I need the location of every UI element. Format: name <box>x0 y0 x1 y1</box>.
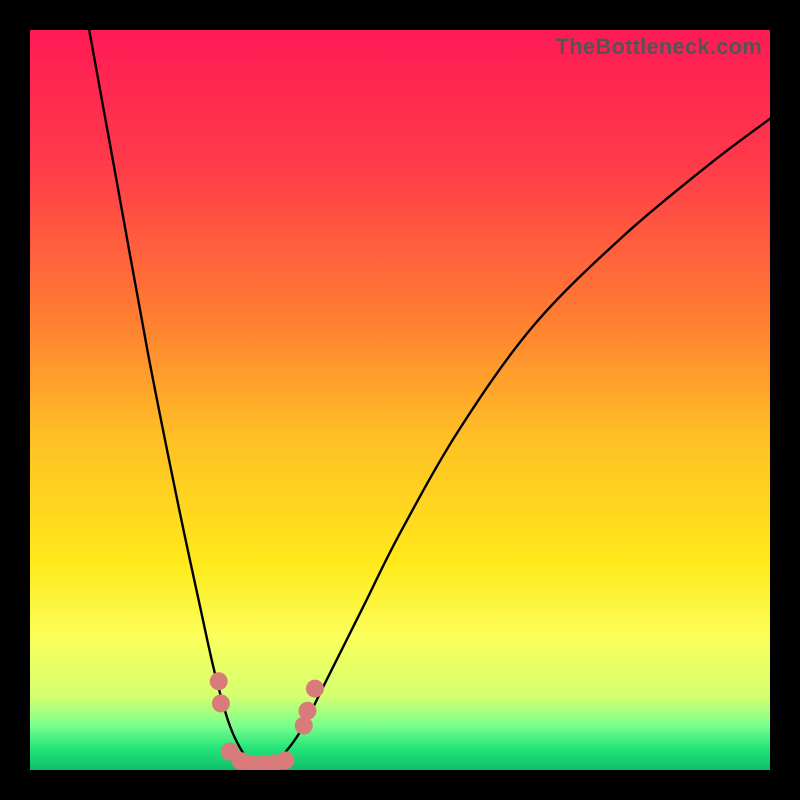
highlight-point <box>306 680 324 698</box>
highlight-point <box>210 672 228 690</box>
curve-layer <box>30 30 770 770</box>
highlight-point <box>299 702 317 720</box>
plot-area: TheBottleneck.com <box>30 30 770 770</box>
chart-frame: TheBottleneck.com <box>0 0 800 800</box>
highlight-point <box>276 751 294 769</box>
highlight-point <box>212 694 230 712</box>
highlight-markers <box>210 672 324 770</box>
bottleneck-curve <box>89 30 770 770</box>
